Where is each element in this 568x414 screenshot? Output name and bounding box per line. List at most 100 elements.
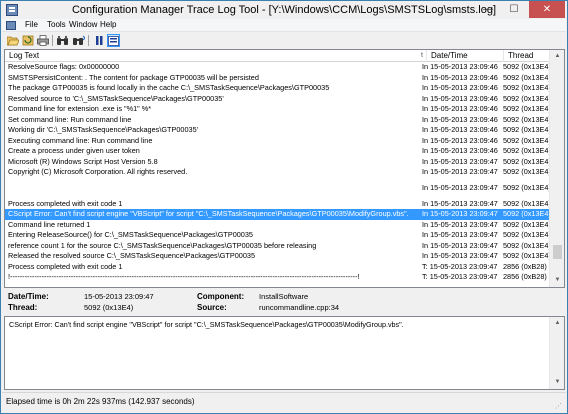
thread-cell: 5092 (0x13E4) [503, 146, 549, 155]
table-row[interactable]: Copyright (C) Microsoft Corporation. All… [5, 167, 550, 178]
log-text-cell: ResolveSource flags: 0x00000000 [8, 62, 120, 71]
scroll-thumb[interactable] [553, 245, 562, 259]
resize-grip-icon[interactable]: ⋰ [555, 402, 564, 411]
pause-icon[interactable] [92, 34, 105, 47]
column-header-log-text[interactable]: Log Text [9, 51, 39, 60]
find-icon[interactable] [56, 34, 69, 47]
message-text: CScript Error: Can't find script engine … [9, 320, 404, 329]
message-scrollbar[interactable]: ▲ ▼ [549, 317, 564, 389]
log-text-cell: The package GTP00035 is found locally in… [8, 83, 330, 92]
toolbar-separator [52, 35, 53, 46]
table-row[interactable]: SMSTSPersistContent: . The content for p… [5, 73, 550, 84]
column-divider[interactable] [426, 50, 427, 62]
scroll-down-icon[interactable]: ▼ [550, 274, 564, 287]
scroll-up-icon[interactable]: ▲ [550, 50, 564, 63]
table-row[interactable]: Released the resolved source C:\_SMSTask… [5, 251, 550, 262]
source-value: runcommandline.cpp:34 [259, 303, 340, 312]
thread-cell: 5092 (0x13E4) [503, 230, 549, 239]
highlight-icon[interactable] [107, 34, 120, 47]
table-row[interactable]: Set command line: Run command line In 15-… [5, 115, 550, 126]
minimize-button[interactable]: — [475, 1, 501, 18]
table-row[interactable]: reference count 1 for the source C:\_SMS… [5, 241, 550, 252]
date-cell: T: 15-05-2013 23:09:47 [422, 261, 498, 271]
date-cell: In 15-05-2013 23:09:46 [422, 83, 498, 92]
table-row-selected[interactable]: CScript Error: Can't find script engine … [5, 209, 550, 220]
table-row[interactable]: Executing command line: Run command line… [5, 136, 550, 147]
table-row[interactable]: Command line for extension .exe is "%1" … [5, 104, 550, 115]
date-cell: In 15-05-2013 23:09:47 [422, 219, 498, 229]
log-text-cell: Set command line: Run command line [8, 114, 132, 124]
date-cell: In 15-05-2013 23:09:46 [422, 72, 498, 82]
log-list[interactable]: Log Text t Date/Time Thread ResolveSourc… [4, 49, 565, 288]
log-scrollbar[interactable]: ▲ ▼ [549, 50, 564, 287]
log-text-cell: Command line returned 1 [8, 219, 91, 229]
thread-cell: 5092 (0x13E4) [503, 93, 549, 103]
date-cell: In 15-05-2013 23:09:46 [422, 93, 498, 103]
thread-value: 5092 (0x13E4) [84, 303, 134, 312]
column-divider[interactable] [503, 50, 504, 62]
log-header: Log Text t Date/Time Thread [5, 50, 550, 62]
date-cell: In 15-05-2013 23:09:46 [422, 114, 498, 124]
trace-log-window: Configuration Manager Trace Log Tool - [… [0, 0, 568, 414]
log-text-cell: Process completed with exit code 1 [8, 198, 123, 208]
print-icon[interactable] [36, 34, 49, 47]
status-bar: Elapsed time is 0h 2m 22s 937ms (142.937… [2, 392, 566, 413]
maximize-button[interactable]: ☐ [501, 1, 527, 18]
menu-window[interactable]: Window [69, 20, 97, 29]
title-bar[interactable]: Configuration Manager Trace Log Tool - [… [1, 1, 567, 19]
thread-cell: 2856 (0xB28) [503, 261, 547, 271]
thread-cell: 5092 (0x13E4) [503, 114, 549, 124]
sort-indicator-icon: t [421, 52, 423, 59]
table-row[interactable]: Process completed with exit code 1 T: 15-… [5, 262, 550, 273]
table-row[interactable]: Process completed with exit code 1 In 15-… [5, 199, 550, 210]
message-pane[interactable]: CScript Error: Can't find script engine … [4, 316, 565, 390]
table-row[interactable]: ResolveSource flags: 0x00000000 In 15-05-… [5, 62, 550, 73]
table-row[interactable]: The package GTP00035 is found locally in… [5, 83, 550, 94]
thread-label: Thread: [8, 303, 38, 312]
document-icon[interactable] [6, 21, 16, 30]
date-cell: In 15-05-2013 23:09:46 [422, 125, 498, 134]
menu-tools[interactable]: Tools [47, 20, 66, 29]
open-icon[interactable] [6, 34, 19, 47]
table-row[interactable]: Entering ReleaseSource() for C:\_SMSTask… [5, 230, 550, 241]
refresh-icon[interactable] [21, 34, 34, 47]
scroll-up-icon[interactable]: ▲ [550, 317, 565, 330]
column-header-thread[interactable]: Thread [508, 51, 533, 60]
scroll-down-icon[interactable]: ▼ [550, 376, 565, 389]
thread-cell: 5092 (0x13E4) [503, 72, 549, 82]
log-text-cell: Released the resolved source C:\_SMSTask… [8, 251, 256, 260]
component-label: Component: [197, 292, 245, 301]
thread-cell: 5092 (0x13E4) [503, 125, 549, 134]
thread-cell: 5092 (0x13E4) [503, 240, 549, 250]
date-cell: In 15-05-2013 23:09:46 [422, 146, 498, 155]
column-header-date-time[interactable]: Date/Time [431, 51, 468, 60]
table-row[interactable]: Microsoft (R) Windows Script Host Versio… [5, 157, 550, 168]
log-text-cell: Process completed with exit code 1 [8, 261, 123, 271]
elapsed-time-text: Elapsed time is 0h 2m 22s 937ms (142.937… [6, 397, 195, 406]
menu-bar: File Tools Window Help [2, 19, 566, 32]
date-cell: In 15-05-2013 23:09:47 [422, 198, 498, 208]
find-next-icon[interactable] [72, 34, 85, 47]
details-pane: Date/Time: 15-05-2013 23:09:47 Component… [4, 289, 565, 315]
log-text-cell: Create a process under given user token [8, 146, 140, 155]
toolbar [2, 33, 566, 49]
date-cell: In 15-05-2013 23:09:47 [422, 209, 498, 218]
table-row[interactable]: Create a process under given user token I… [5, 146, 550, 157]
close-button[interactable]: ✕ [529, 1, 565, 18]
menu-file[interactable]: File [25, 20, 38, 29]
table-row[interactable]: Command line returned 1 In 15-05-2013 23:… [5, 220, 550, 231]
thread-cell: 5092 (0x13E4) [503, 104, 549, 113]
thread-cell: 5092 (0x13E4) [503, 198, 549, 208]
thread-cell: 5092 (0x13E4) [503, 83, 549, 92]
date-cell: In 15-05-2013 23:09:46 [422, 135, 498, 145]
date-cell: In 15-05-2013 23:09:47 [422, 167, 498, 176]
table-row[interactable]: !---------------------------------------… [5, 272, 550, 282]
table-row[interactable]: In 15-05-2013 23:09:47 5092 (0x13E4) [5, 178, 550, 199]
component-value: InstallSoftware [259, 292, 309, 301]
thread-cell: 5092 (0x13E4) [503, 251, 549, 260]
thread-cell: 5092 (0x13E4) [503, 219, 549, 229]
menu-help[interactable]: Help [100, 20, 116, 29]
log-text-cell: Executing command line: Run command line [8, 135, 153, 145]
table-row[interactable]: Working dir 'C:\_SMSTaskSequence\Package… [5, 125, 550, 136]
table-row[interactable]: Resolved source to 'C:\_SMSTaskSequence\… [5, 94, 550, 105]
